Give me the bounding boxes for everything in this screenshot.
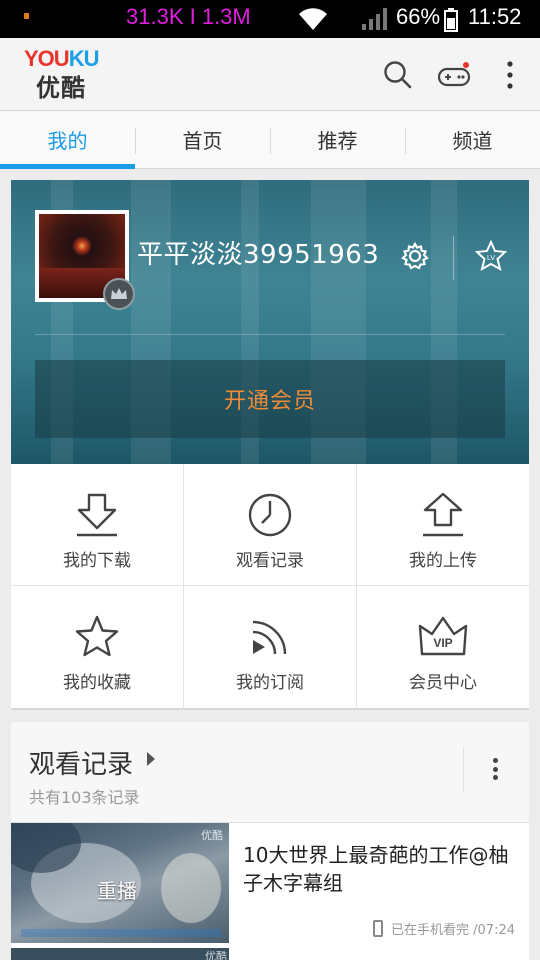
phone-icon [373,920,384,937]
grid-item-uploads[interactable]: 我的上传 [357,464,529,586]
top-app-bar: YOUKU 优酷 [0,38,540,111]
battery-icon [444,8,458,32]
tab-recommend[interactable]: 推荐 [270,111,405,168]
next-thumbnail-logo: 优酷 [205,950,227,960]
profile-divider [453,236,454,280]
video-thumbnail[interactable]: 优酷 重播 [11,823,229,943]
feature-grid: 我的下载 观看记录 我的上传 我的收藏 我的订阅 VIP 会员中心 [11,464,529,710]
watch-status: 已在手机看完 /07:24 [373,919,515,938]
upload-icon [418,490,468,540]
main-tabs: 我的 首页 推荐 频道 [0,111,540,169]
grid-label: 我的订阅 [236,673,304,693]
profile-separator [35,334,505,335]
chevron-right-icon [147,752,155,766]
grid-label: 我的上传 [409,551,477,571]
gamepad-icon[interactable] [434,55,474,95]
watch-status-text: 已在手机看完 /07:24 [391,923,515,938]
search-icon[interactable] [378,55,418,95]
history-title: 观看记录 [29,750,134,780]
username: 平平淡淡39951963 [137,240,380,270]
star-icon [72,612,122,662]
rss-icon [245,612,295,662]
grid-label: 我的收藏 [63,673,131,693]
crown-badge-icon [103,278,135,310]
grid-item-favorites[interactable]: 我的收藏 [11,586,184,710]
grid-item-downloads[interactable]: 我的下载 [11,464,184,586]
tab-home[interactable]: 首页 [135,111,270,168]
level-star-icon[interactable]: LV [473,238,509,274]
grid-item-history[interactable]: 观看记录 [184,464,357,586]
history-header[interactable]: 观看记录 共有103条记录 [11,722,529,823]
network-speed-text: 31.3K I 1.3M [126,4,251,29]
clock-icon [245,490,295,540]
youku-logo[interactable]: YOUKU 优酷 [24,46,104,104]
open-vip-button[interactable]: 开通会员 [35,360,505,438]
logo-chinese: 优酷 [36,74,86,102]
notification-dot [24,13,29,19]
video-title[interactable]: 10大世界上最奇葩的工作@柚子木字幕组 [243,841,513,897]
next-video-thumbnail[interactable] [11,948,229,960]
grid-label: 观看记录 [236,551,304,571]
status-bar: 31.3K I 1.3M 66% 11:52 [0,0,540,38]
profile-card: 平平淡淡39951963 LV 开通会员 [11,180,529,464]
vip-crown-icon: VIP [418,612,468,662]
history-card: 观看记录 共有103条记录 优酷 重播 10大世界上最奇葩的工作@柚子木字幕组 … [11,722,529,960]
wifi-icon [299,8,327,30]
history-divider [463,748,464,792]
grid-item-subscriptions[interactable]: 我的订阅 [184,586,357,710]
thumbnail-subtitle-strip [21,929,221,937]
settings-gear-icon[interactable] [397,238,433,274]
download-icon [72,490,122,540]
tab-mine[interactable]: 我的 [0,111,135,169]
grid-item-vip-center[interactable]: VIP 会员中心 [357,586,529,710]
more-vert-icon[interactable] [483,754,507,784]
tab-channels[interactable]: 频道 [405,111,540,168]
level-label: LV [487,255,495,262]
thumbnail-logo: 优酷 [201,829,223,842]
grid-label: 会员中心 [409,673,477,693]
battery-percent: 66% [396,4,441,29]
grid-label: 我的下载 [63,551,131,571]
replay-label: 重播 [97,879,137,903]
history-video-item[interactable]: 优酷 重播 10大世界上最奇葩的工作@柚子木字幕组 已在手机看完 /07:24 [11,823,529,947]
history-count: 共有103条记录 [29,788,140,807]
cell-signal-icon [362,8,387,30]
clock-time: 11:52 [468,4,522,29]
more-vert-icon[interactable] [490,55,530,95]
vip-crown-text: VIP [433,636,452,650]
